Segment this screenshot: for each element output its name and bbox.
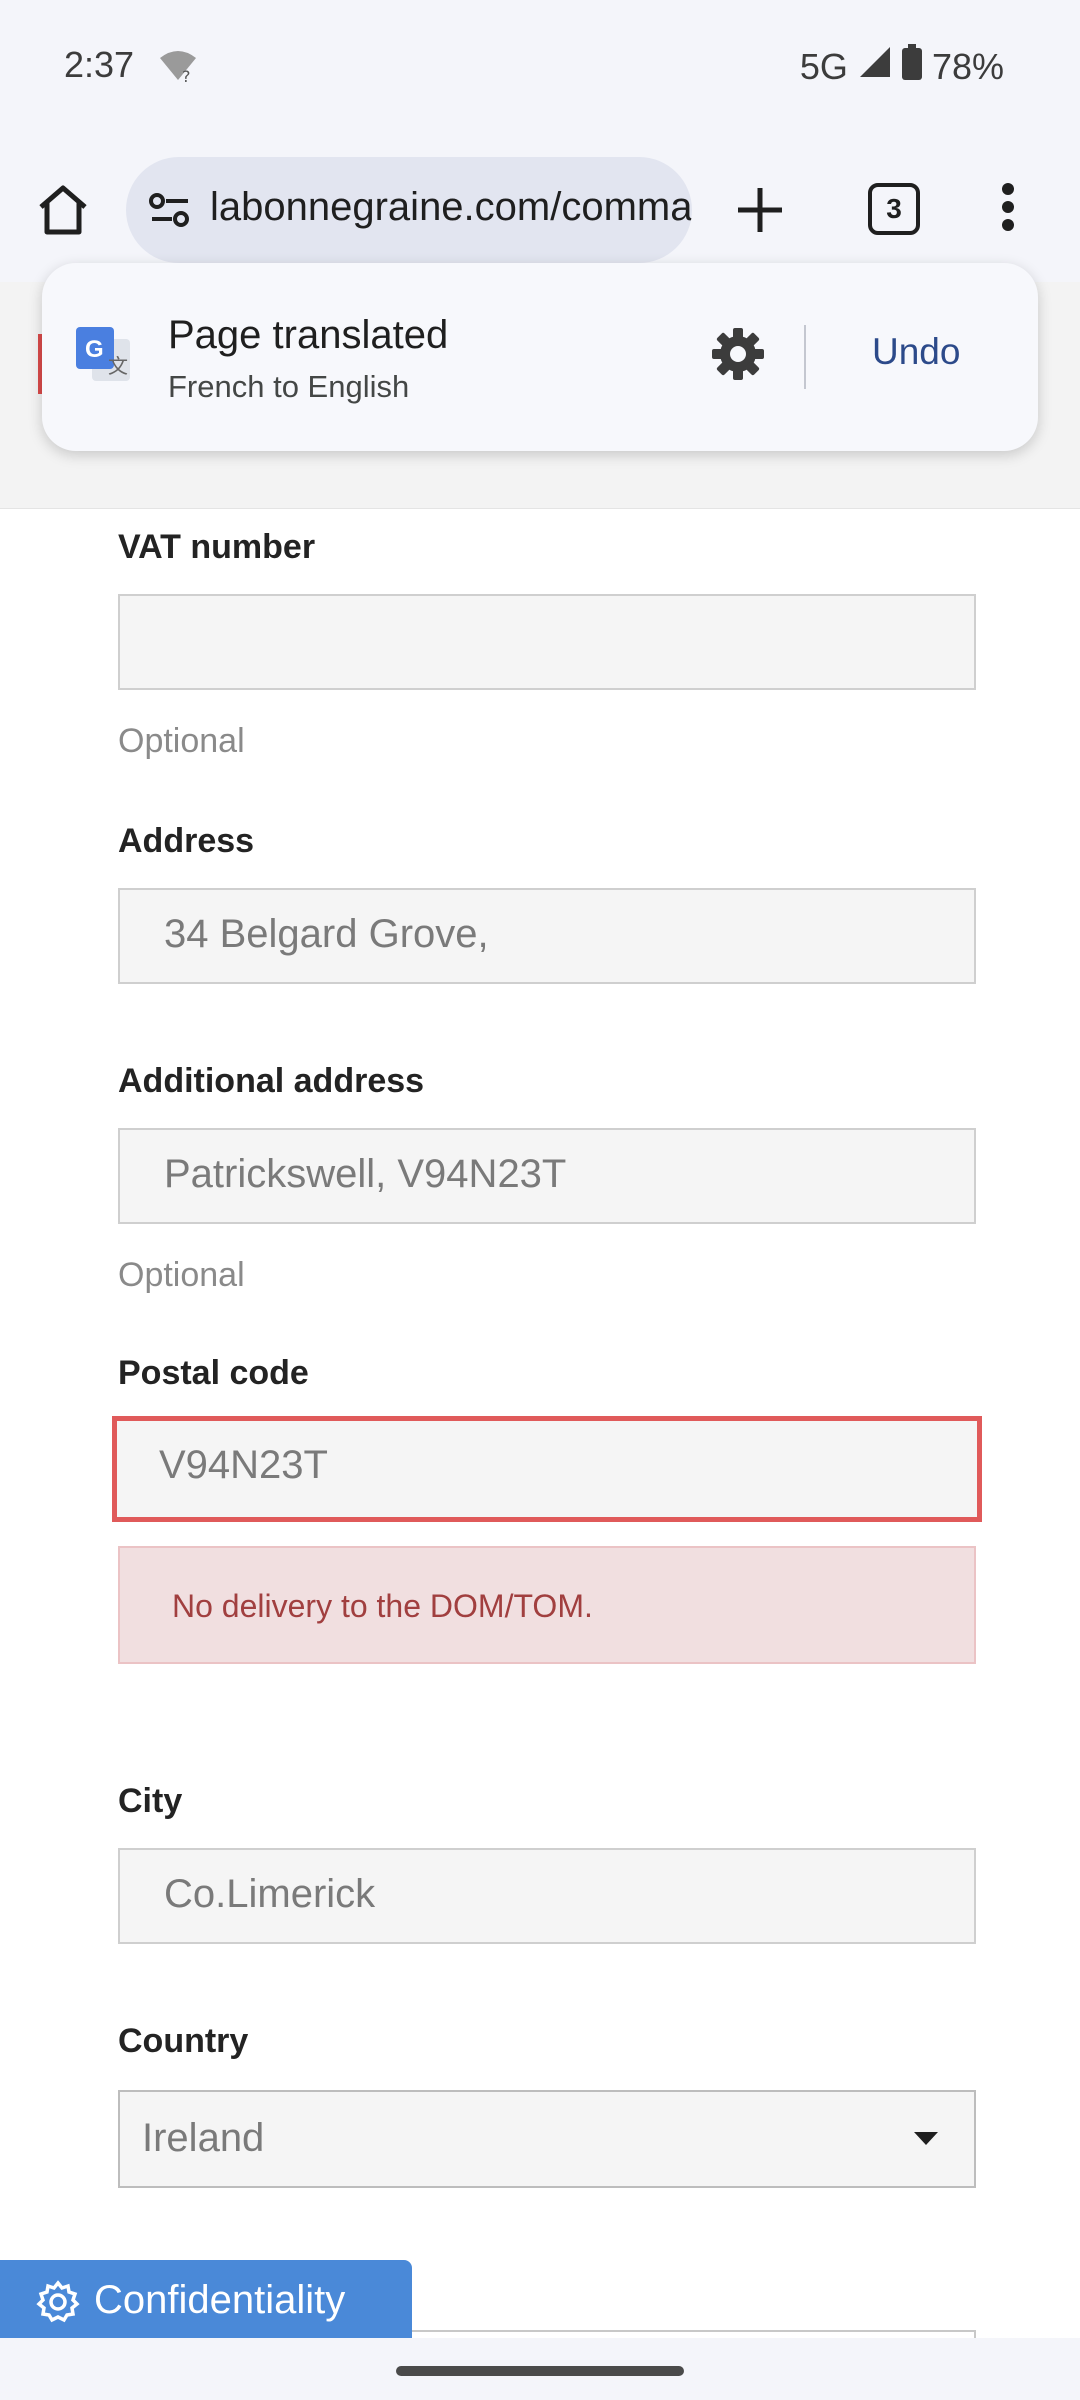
battery-icon bbox=[901, 44, 922, 89]
postal-code-error-message: No delivery to the DOM/TOM. bbox=[118, 1546, 976, 1664]
country-select[interactable]: Ireland bbox=[118, 2090, 976, 2188]
popup-divider bbox=[804, 325, 806, 389]
confidentiality-gear-icon bbox=[36, 2280, 80, 2329]
status-time: 2:37 bbox=[64, 44, 135, 85]
translate-popup-subtitle: French to English bbox=[168, 369, 410, 404]
system-navigation-bar bbox=[0, 2338, 1080, 2400]
site-info-icon[interactable] bbox=[148, 190, 192, 235]
additional-address-optional-hint: Optional bbox=[118, 1256, 245, 1294]
google-translate-icon: G 文 bbox=[74, 325, 134, 390]
additional-address-input[interactable]: Patrickswell, V94N23T bbox=[118, 1128, 976, 1224]
url-bar[interactable]: labonnegraine.com/commande bbox=[126, 157, 692, 263]
city-label: City bbox=[118, 1782, 183, 1820]
status-right: 5G 78% bbox=[800, 44, 1004, 89]
translate-popup: G 文 Page translated French to English Un… bbox=[42, 263, 1038, 451]
url-text[interactable]: labonnegraine.com/commande bbox=[210, 185, 692, 230]
country-label: Country bbox=[118, 2022, 249, 2060]
signal-icon bbox=[858, 45, 892, 88]
dropdown-caret-icon bbox=[914, 2132, 938, 2145]
additional-address-value: Patrickswell, V94N23T bbox=[164, 1152, 567, 1196]
tab-switcher-button[interactable]: 3 bbox=[868, 183, 920, 235]
new-tab-icon[interactable] bbox=[734, 184, 786, 241]
svg-text:文: 文 bbox=[108, 354, 128, 378]
postal-code-label: Postal code bbox=[118, 1354, 309, 1392]
postal-code-error-text: No delivery to the DOM/TOM. bbox=[172, 1588, 593, 1624]
postal-code-input[interactable]: V94N23T bbox=[112, 1416, 982, 1522]
status-bar: 2:37 ? 5G 78% bbox=[0, 0, 1080, 140]
additional-address-label: Additional address bbox=[118, 1062, 425, 1100]
address-value: 34 Belgard Grove, bbox=[164, 912, 489, 956]
browser-toolbar: labonnegraine.com/commande 3 bbox=[0, 140, 1080, 282]
vat-number-input[interactable] bbox=[118, 594, 976, 690]
svg-text:G: G bbox=[85, 336, 104, 363]
vat-optional-hint: Optional bbox=[118, 722, 245, 760]
address-label: Address bbox=[118, 822, 255, 860]
undo-translation-button[interactable]: Undo bbox=[872, 331, 960, 373]
city-value: Co.Limerick bbox=[164, 1872, 376, 1916]
translate-popup-title: Page translated bbox=[168, 313, 449, 357]
address-input[interactable]: 34 Belgard Grove, bbox=[118, 888, 976, 984]
more-menu-icon[interactable] bbox=[1000, 182, 1016, 237]
city-input[interactable]: Co.Limerick bbox=[118, 1848, 976, 1944]
home-icon[interactable] bbox=[36, 183, 90, 242]
battery-level: 78% bbox=[931, 45, 1004, 87]
confidentiality-button[interactable]: Confidentiality bbox=[0, 2260, 412, 2340]
country-value: Ireland bbox=[142, 2116, 265, 2160]
network-label: 5G bbox=[799, 45, 848, 87]
confidentiality-label: Confidentiality bbox=[94, 2278, 346, 2322]
svg-text:?: ? bbox=[182, 67, 191, 84]
gesture-handle[interactable] bbox=[396, 2366, 684, 2376]
translate-settings-gear-icon[interactable] bbox=[710, 326, 766, 387]
vat-number-label: VAT number bbox=[118, 528, 316, 566]
wifi-icon: ? bbox=[158, 48, 198, 89]
postal-code-value: V94N23T bbox=[159, 1443, 328, 1487]
